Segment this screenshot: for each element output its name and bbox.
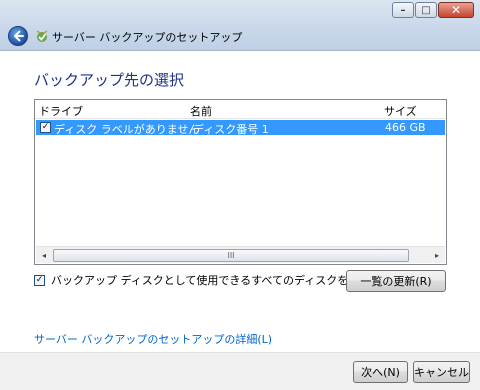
column-header-size[interactable]: サイズ	[384, 103, 417, 119]
show-all-checkbox[interactable]: ✓	[34, 274, 45, 286]
footer-bar	[0, 352, 480, 390]
close-icon: ✕	[450, 3, 462, 17]
disk-list[interactable]: ドライブ 名前 サイズ ✓ ディスク ラベルがありません ディスク番号 1 46…	[34, 99, 447, 265]
column-header-drive[interactable]: ドライブ	[39, 103, 83, 119]
scroll-thumb[interactable]: III	[53, 249, 409, 262]
grip-icon: III	[227, 251, 235, 260]
back-button[interactable]	[8, 26, 28, 46]
wizard-title: サーバー バックアップのセットアップ	[52, 31, 243, 44]
details-link[interactable]: サーバー バックアップのセットアップの詳細(L)	[34, 331, 272, 347]
next-button[interactable]: 次へ(N)	[353, 361, 408, 383]
cancel-button[interactable]: キャンセル	[413, 361, 470, 383]
row-drive: ディスク ラベルがありません	[54, 123, 200, 136]
page-title: バックアップ先の選択	[34, 71, 185, 89]
back-arrow-icon	[14, 30, 24, 42]
scroll-left-icon[interactable]: ◂	[36, 247, 52, 263]
maximize-button[interactable]: □	[415, 2, 437, 18]
column-header-name[interactable]: 名前	[190, 103, 212, 119]
caption-buttons: – □ ✕	[392, 2, 474, 18]
refresh-list-button[interactable]: 一覧の更新(R)	[346, 270, 446, 292]
checkmark-icon: ✓	[35, 274, 44, 285]
row-size: 466 GB	[385, 121, 426, 134]
checkmark-icon: ✓	[41, 122, 50, 132]
minimize-icon: –	[400, 4, 406, 16]
row-checkbox[interactable]: ✓	[40, 122, 51, 133]
table-row[interactable]: ✓ ディスク ラベルがありません ディスク番号 1 466 GB	[36, 120, 445, 136]
row-name: ディスク番号 1	[193, 123, 269, 136]
list-header: ドライブ 名前 サイズ	[35, 100, 446, 119]
maximize-icon: □	[421, 4, 431, 16]
horizontal-scrollbar[interactable]: ◂ III ▸	[36, 246, 445, 263]
title-bar: – □ ✕ サーバー バックアップのセットアップ	[0, 0, 480, 51]
close-button[interactable]: ✕	[438, 2, 474, 18]
minimize-button[interactable]: –	[392, 2, 414, 18]
scroll-right-icon[interactable]: ▸	[429, 247, 445, 263]
server-backup-icon	[36, 30, 48, 42]
